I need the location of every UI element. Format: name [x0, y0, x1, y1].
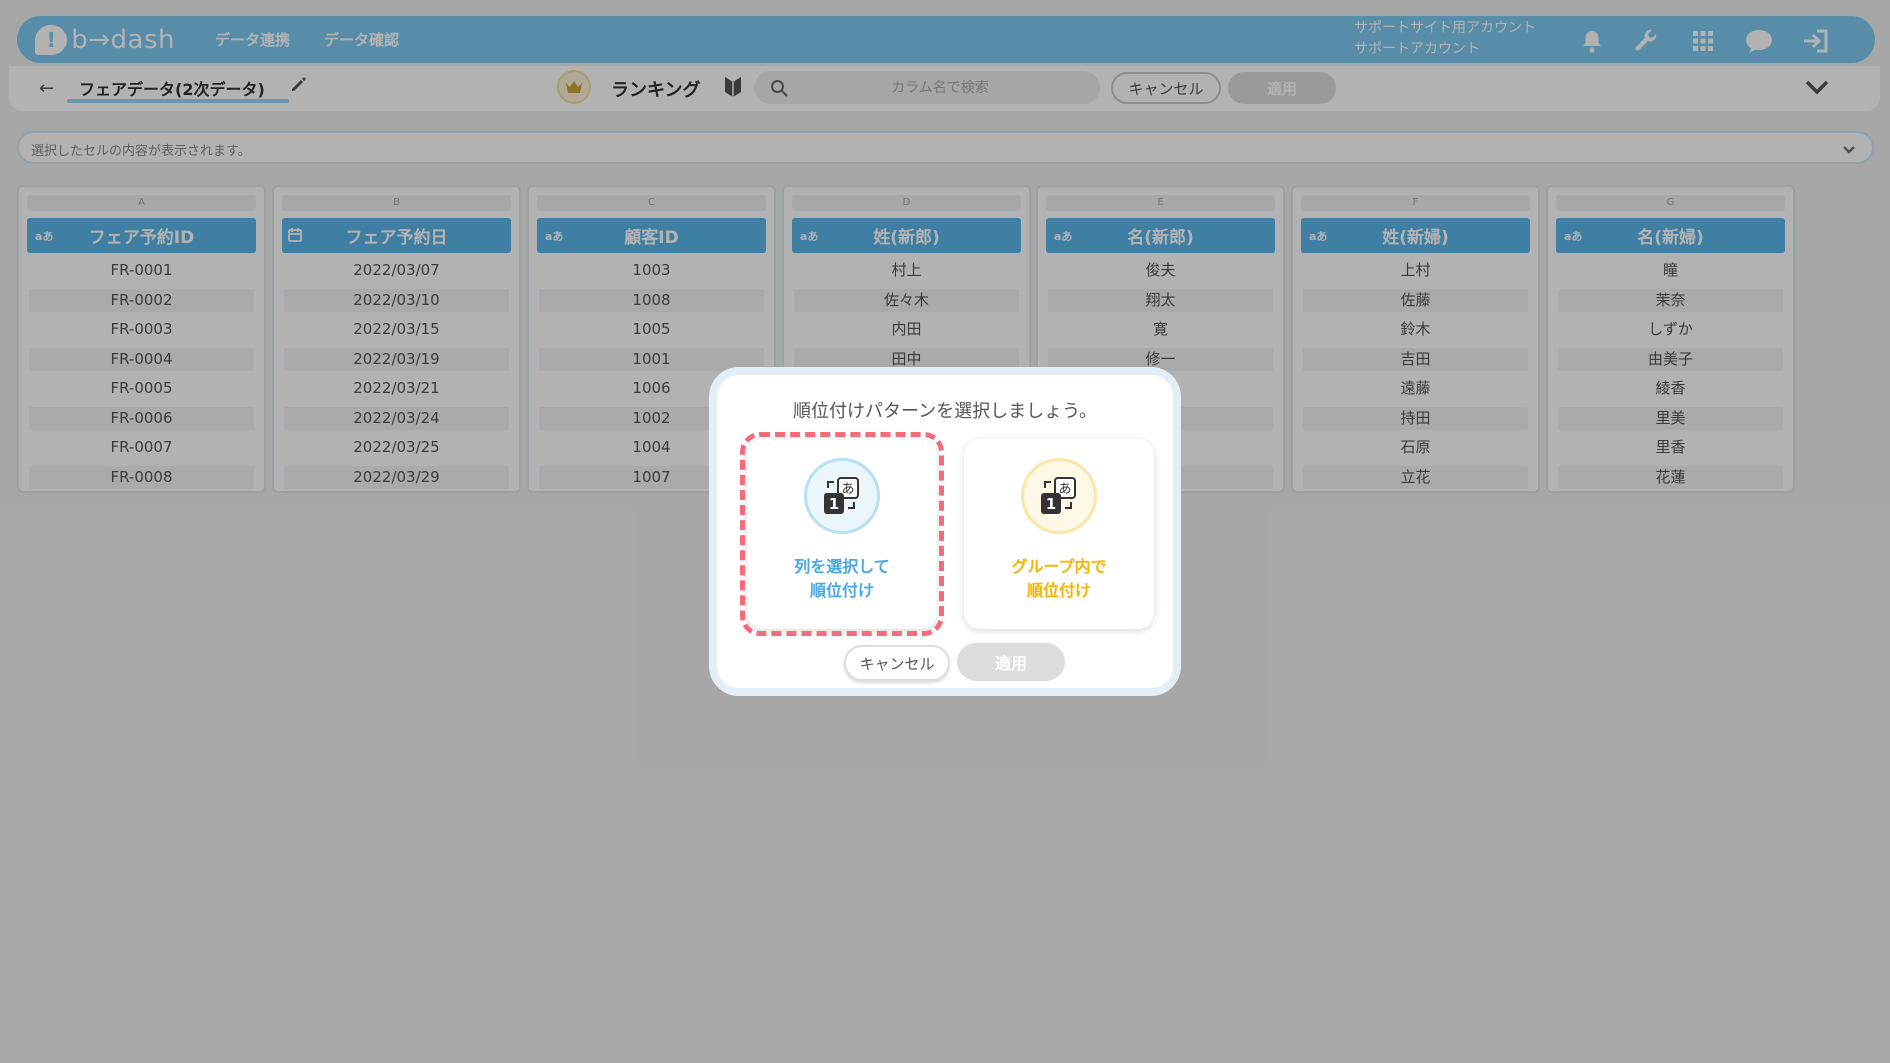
- dialog-title: 順位付けパターンを選択しましょう。: [792, 401, 1098, 422]
- option-group-ranking[interactable]: あ 1 グループ内で 順位付け: [964, 439, 1154, 629]
- highlight-dashed-frame: [740, 432, 944, 636]
- option2-label-line2: 順位付け: [1026, 581, 1091, 600]
- ranking-swap-icon: あ 1: [1021, 458, 1097, 534]
- svg-text:1: 1: [1046, 495, 1056, 513]
- dialog-apply-button[interactable]: 適用: [957, 643, 1065, 681]
- ranking-pattern-dialog: 順位付けパターンを選択しましょう。 あ 1 列を選択して 順位付け あ 1 グル…: [709, 367, 1181, 696]
- option2-label: グループ内で 順位付け: [964, 555, 1154, 603]
- option2-label-line1: グループ内で: [1011, 557, 1107, 576]
- dialog-cancel-button[interactable]: キャンセル: [844, 645, 950, 681]
